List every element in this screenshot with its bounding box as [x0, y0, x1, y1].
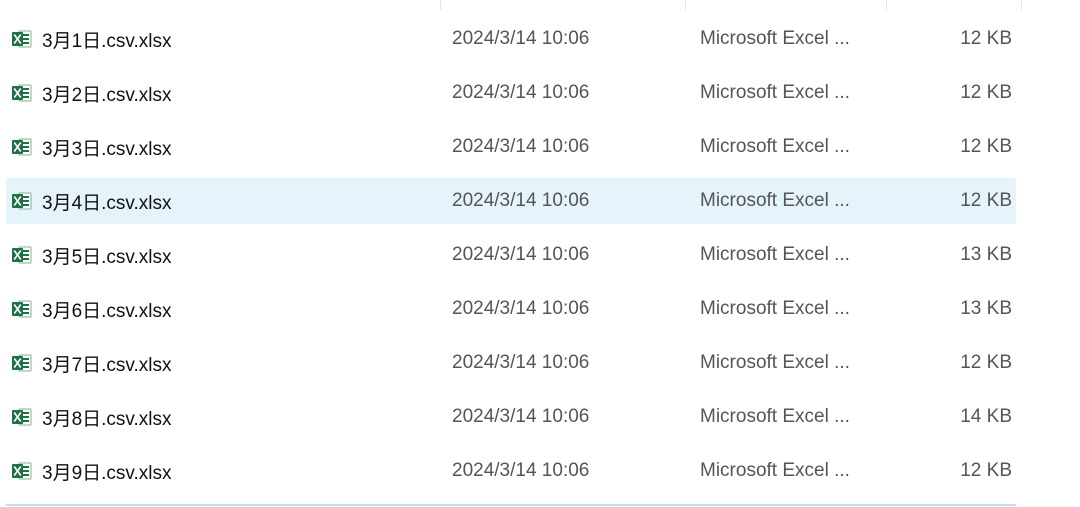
date-modified: 2024/3/14 10:06 [452, 460, 590, 481]
file-row[interactable]: 3月9日.csv.xlsx 2024/3/14 10:06 Microsoft … [6, 448, 1016, 494]
file-type: Microsoft Excel ... [700, 352, 850, 373]
file-size: 12 KB [960, 352, 1012, 373]
date-modified: 2024/3/14 10:06 [452, 406, 590, 427]
excel-file-icon [12, 462, 32, 480]
file-size: 12 KB [960, 82, 1012, 103]
excel-file-icon [12, 138, 32, 156]
file-type: Microsoft Excel ... [700, 28, 850, 49]
file-size: 14 KB [960, 406, 1012, 427]
file-name: 3月4日.csv.xlsx [42, 192, 172, 214]
name-cell: 3月6日.csv.xlsx [6, 296, 446, 323]
file-size: 12 KB [960, 190, 1012, 211]
file-name: 3月1日.csv.xlsx [42, 30, 172, 52]
file-row[interactable]: 3月8日.csv.xlsx 2024/3/14 10:06 Microsoft … [6, 394, 1016, 440]
column-separator[interactable] [886, 0, 887, 10]
name-cell: 3月9日.csv.xlsx [6, 458, 446, 485]
date-modified: 2024/3/14 10:06 [452, 136, 590, 157]
file-type: Microsoft Excel ... [700, 136, 850, 157]
file-name: 3月7日.csv.xlsx [42, 354, 172, 376]
excel-file-icon [12, 408, 32, 426]
column-separator[interactable] [685, 0, 686, 10]
excel-file-icon [12, 30, 32, 48]
name-cell: 3月4日.csv.xlsx [6, 188, 446, 215]
name-cell: 3月2日.csv.xlsx [6, 80, 446, 107]
file-name: 3月8日.csv.xlsx [42, 408, 172, 430]
file-list: 3月1日.csv.xlsx 2024/3/14 10:06 Microsoft … [6, 16, 1016, 502]
file-type: Microsoft Excel ... [700, 406, 850, 427]
column-separator[interactable] [1021, 0, 1022, 10]
file-size: 12 KB [960, 136, 1012, 157]
file-type: Microsoft Excel ... [700, 244, 850, 265]
name-cell: 3月5日.csv.xlsx [6, 242, 446, 269]
excel-file-icon [12, 84, 32, 102]
file-type: Microsoft Excel ... [700, 298, 850, 319]
name-cell: 3月1日.csv.xlsx [6, 26, 446, 53]
file-name: 3月6日.csv.xlsx [42, 300, 172, 322]
file-row[interactable]: 3月6日.csv.xlsx 2024/3/14 10:06 Microsoft … [6, 286, 1016, 332]
file-type: Microsoft Excel ... [700, 190, 850, 211]
file-type: Microsoft Excel ... [700, 82, 850, 103]
file-name: 3月9日.csv.xlsx [42, 462, 172, 484]
date-modified: 2024/3/14 10:06 [452, 298, 590, 319]
file-size: 13 KB [960, 244, 1012, 265]
file-row[interactable]: 3月5日.csv.xlsx 2024/3/14 10:06 Microsoft … [6, 232, 1016, 278]
date-modified: 2024/3/14 10:06 [452, 190, 590, 211]
excel-file-icon [12, 354, 32, 372]
date-modified: 2024/3/14 10:06 [452, 28, 590, 49]
excel-file-icon [12, 300, 32, 318]
list-bottom-border [6, 504, 1016, 506]
file-row[interactable]: 3月1日.csv.xlsx 2024/3/14 10:06 Microsoft … [6, 16, 1016, 62]
excel-file-icon [12, 192, 32, 210]
file-type: Microsoft Excel ... [700, 460, 850, 481]
file-name: 3月5日.csv.xlsx [42, 246, 172, 268]
name-cell: 3月3日.csv.xlsx [6, 134, 446, 161]
date-modified: 2024/3/14 10:06 [452, 244, 590, 265]
file-size: 12 KB [960, 28, 1012, 49]
file-size: 13 KB [960, 298, 1012, 319]
file-row[interactable]: 3月4日.csv.xlsx 2024/3/14 10:06 Microsoft … [6, 178, 1016, 224]
excel-file-icon [12, 246, 32, 264]
name-cell: 3月8日.csv.xlsx [6, 404, 446, 431]
file-size: 12 KB [960, 460, 1012, 481]
column-header-strip [0, 0, 1080, 14]
file-row[interactable]: 3月3日.csv.xlsx 2024/3/14 10:06 Microsoft … [6, 124, 1016, 170]
file-row[interactable]: 3月7日.csv.xlsx 2024/3/14 10:06 Microsoft … [6, 340, 1016, 386]
file-name: 3月2日.csv.xlsx [42, 84, 172, 106]
date-modified: 2024/3/14 10:06 [452, 82, 590, 103]
name-cell: 3月7日.csv.xlsx [6, 350, 446, 377]
file-row[interactable]: 3月2日.csv.xlsx 2024/3/14 10:06 Microsoft … [6, 70, 1016, 116]
column-separator[interactable] [440, 0, 441, 10]
file-name: 3月3日.csv.xlsx [42, 138, 172, 160]
date-modified: 2024/3/14 10:06 [452, 352, 590, 373]
